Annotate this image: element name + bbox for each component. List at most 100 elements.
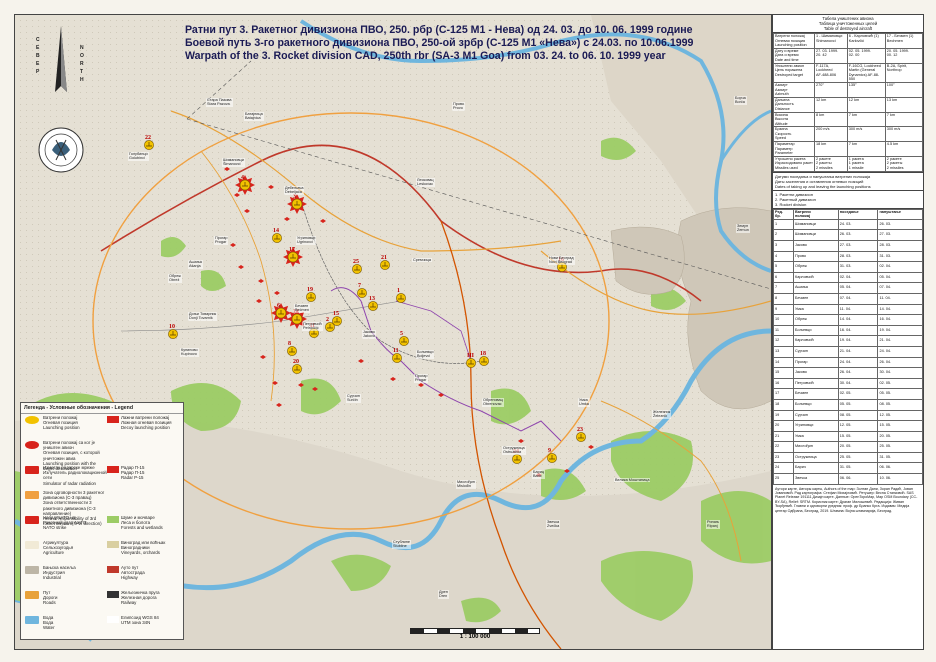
credits: Аутори карте, Авторы карты, Authors of t… <box>775 486 918 513</box>
table-cell: Бољевци <box>793 324 839 337</box>
legend-header: Легенда - Условные обозначения - Legend <box>21 403 183 414</box>
info-panel[interactable]: Табела уништених авиона Таблица уничтоже… <box>772 14 924 650</box>
compass-north-en: NORTH <box>80 45 84 83</box>
table-row: 7 Ашања 05. 04. 07. 04. <box>773 282 923 294</box>
row-label: Висина Высота Altitude <box>773 111 815 128</box>
table-cell: Умка <box>793 430 839 443</box>
table-row: 12 Карловчић 19. 04. 21. 04. <box>773 335 923 347</box>
table-cell: 300 m/s <box>884 126 923 143</box>
launch-position-marker[interactable]: 3 <box>287 194 307 214</box>
position-number: 13 <box>369 296 375 302</box>
position-number: 2 <box>326 317 329 323</box>
table-cell: 26. 03. <box>837 229 879 241</box>
dates-section-header: Датуми поседања и напуштања ватрених пол… <box>773 171 923 191</box>
table-row: 11 Бољевци 16. 04. 19. 04. <box>773 324 923 337</box>
place-label: Голубинци Golubinci <box>128 152 149 161</box>
place-label: Земун Zemun <box>736 224 750 233</box>
table-cell: 15 <box>773 367 794 379</box>
row-label: Дату и време Дата и время Date and time <box>773 47 815 64</box>
position-number: 18 <box>480 351 486 357</box>
place-label: Лесковац Leskovac <box>416 178 435 187</box>
table-cell: Остружница <box>793 451 839 464</box>
place-label: Петровчић Petrovčić <box>302 322 323 331</box>
table-cell: 02. 05. <box>877 377 923 390</box>
table-cell: 14. 04. <box>837 314 879 326</box>
legend-text: Елипсоид WGS 84 UTM зона 34N <box>121 615 159 626</box>
table-cell: 13 <box>773 345 794 358</box>
column-header: Ред. бр. <box>773 208 794 220</box>
title-russian: Боевой путь 3-го ракетного дивизиона ПВО… <box>185 37 694 49</box>
panel-title: Табела уништених авиона Таблица уничтоже… <box>773 15 923 33</box>
table-cell: 9 <box>773 303 794 316</box>
legend-text: Ауто пут Автострада Highway <box>121 565 145 581</box>
table-cell: Ашања <box>793 282 839 294</box>
table-row: 20 Угриновци 12. 05. 15. 05. <box>773 420 923 432</box>
place-label: Велика Моштаница <box>614 478 651 483</box>
place-label: Прогар Progar <box>214 236 229 245</box>
table-cell: 27. 03. <box>877 229 923 241</box>
table-cell: Прово <box>793 250 839 263</box>
table-cell: 4 <box>773 250 794 263</box>
table-row: 21 Умка 15. 05. 20. 05. <box>773 430 923 443</box>
table-cell: 6 <box>773 271 794 284</box>
table-row: 18 Бољевци 05. 05. 08. 05. <box>773 398 923 411</box>
table-row: Висина Высота Altitude 8 km 7 km 7 km <box>773 111 923 128</box>
table-cell: 19. 04. <box>837 335 879 347</box>
table-cell: Јаково <box>793 367 839 379</box>
place-label: Дрен Dren <box>438 590 449 599</box>
row-label: Уништени авион Цель поражена Destroyed t… <box>773 62 815 83</box>
launch-position-marker[interactable]: 17 <box>283 247 303 267</box>
table-cell: 08. 05. <box>837 409 879 422</box>
legend-swatch <box>107 616 119 623</box>
table-cell: 6 - Карловчић (1) Karlovčić <box>846 33 886 49</box>
table-row: 4 Прово 28. 03. 31. 03. <box>773 250 923 263</box>
legend-swatch <box>107 466 119 473</box>
position-number: 6 <box>277 303 280 309</box>
legend-text: Напад NATO на Ракетный удар NATO NATO st… <box>43 515 87 531</box>
launch-position-marker[interactable]: 6 <box>271 303 291 323</box>
legend-text: Пут Дороги Roads <box>43 590 58 606</box>
legend-box: Легенда - Условные обозначения - Legend … <box>20 402 184 640</box>
division-section-header: 1. Ракетни дивизион 2. Ракетный дивизион… <box>773 191 923 209</box>
table-cell: 11. 04. <box>837 303 879 316</box>
legend-text: Шуме и мочваре Леса и болота Forests and… <box>121 515 163 531</box>
table-row: 25 Звечка 06. 06. 10. 06. <box>773 473 923 485</box>
position-number: 9 <box>548 448 551 454</box>
legend-text: Ватрени положај Огневая позиция Launchin… <box>43 415 80 431</box>
place-label: Прово Provo <box>452 102 466 111</box>
table-cell: 24. 03. <box>837 218 879 231</box>
table-cell: 8 km <box>814 111 848 128</box>
table-cell: Сурчин <box>793 345 839 358</box>
launch-position-marker[interactable]: 4 <box>235 175 255 195</box>
table-cell: 17 - Бечмен (1) Bechmen <box>884 33 923 49</box>
place-label: Бољевци Boljevci <box>416 350 435 359</box>
table-cell: Мислођин <box>793 441 839 453</box>
table-cell: 16 <box>773 377 794 390</box>
table-cell: 7 km <box>846 111 886 128</box>
position-number: 8 <box>288 341 291 347</box>
table-cell: 12 km <box>846 96 886 113</box>
table-cell: 05. 05. <box>877 388 923 400</box>
map-sheet: 1234567891011121314151617181920212223242… <box>0 0 936 662</box>
table-cell: B-2A, Spirit, Northrop <box>884 62 923 83</box>
table-row: Утрошено ракета Израсходовано ракет Miss… <box>773 155 923 172</box>
table-cell: 15. 05. <box>877 420 923 432</box>
table-cell: 2 ракете 2 ракеты 2 missiles <box>814 155 848 172</box>
position-number: 15 <box>333 311 339 317</box>
row-label: Даљина Дальность Distance <box>773 96 815 113</box>
position-number: 21 <box>381 255 387 261</box>
table-cell: 31. 05. <box>837 462 879 475</box>
table-cell: Сурчин <box>793 409 839 422</box>
scale-bar: 1 : 100 000 <box>410 628 540 640</box>
place-label: Ашања Ašanja <box>188 260 203 269</box>
position-number: III <box>467 353 475 359</box>
table-cell: 28. 03. <box>837 250 879 263</box>
table-cell: Бечмен <box>793 292 839 305</box>
row-label: Утрошено ракета Израсходовано ракет Miss… <box>773 155 815 172</box>
place-label: Остружница Ostružnica <box>502 446 526 455</box>
position-number: 22 <box>145 135 151 141</box>
table-cell: 12 km <box>814 96 848 113</box>
table-cell: 12 <box>773 335 794 347</box>
legend-swatch <box>107 591 119 598</box>
table-cell: 24 <box>773 462 794 475</box>
